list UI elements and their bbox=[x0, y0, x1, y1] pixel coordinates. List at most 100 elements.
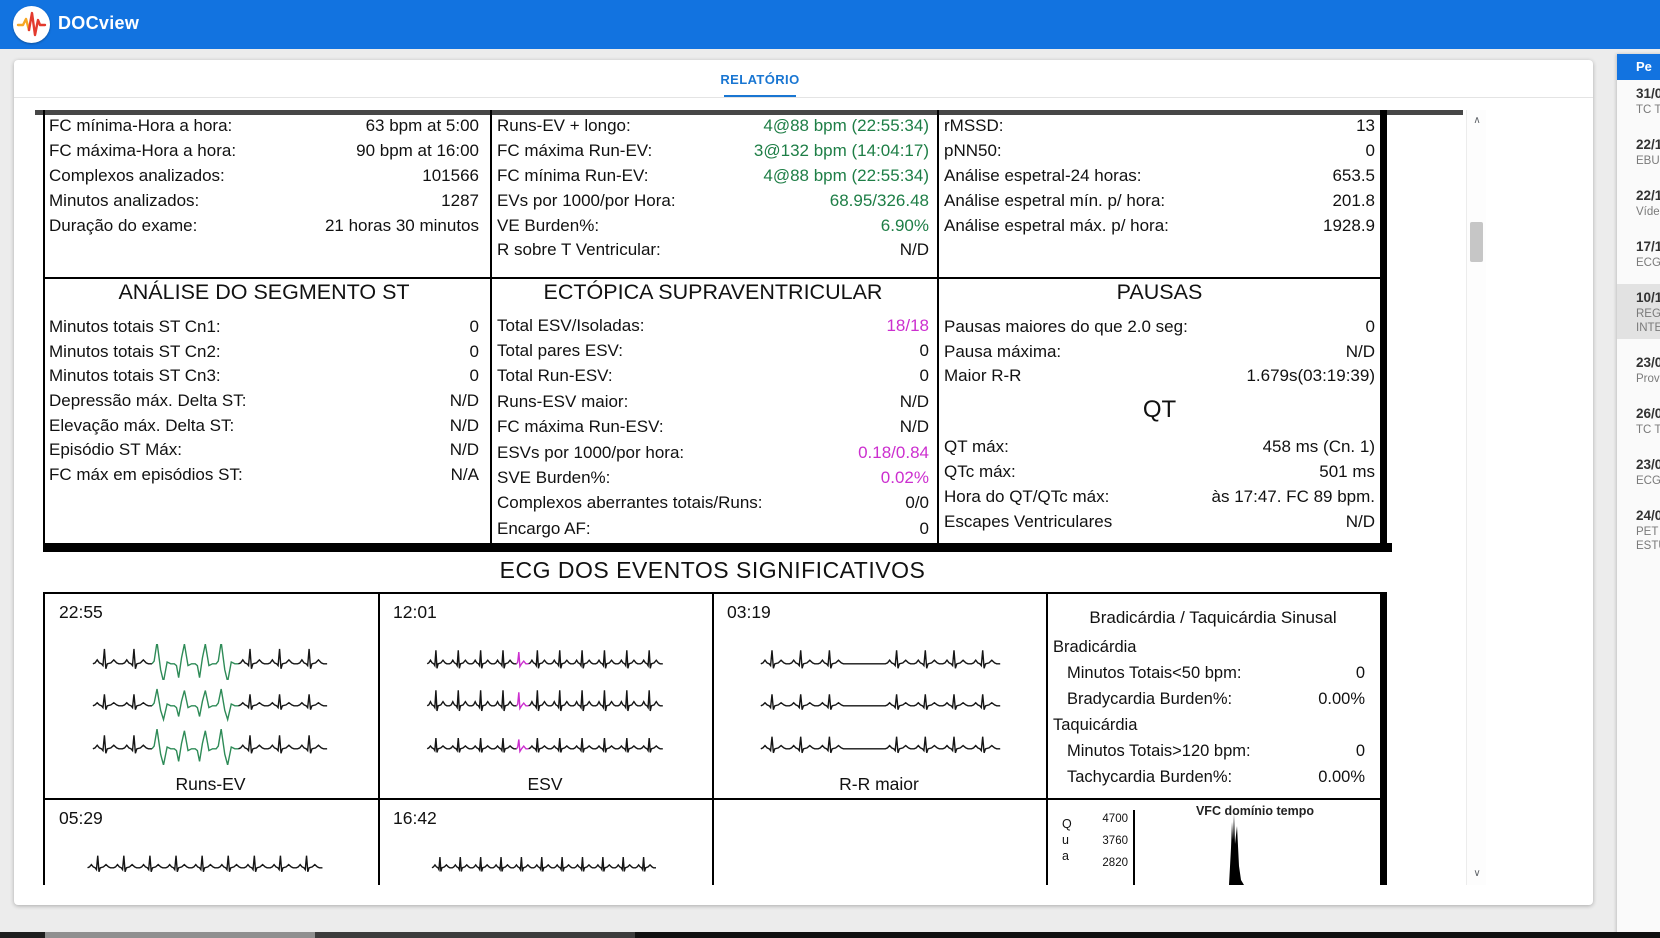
report-row: Pausa máxima:N/D bbox=[944, 340, 1375, 365]
ecg-strip bbox=[425, 644, 665, 680]
report-row: ESVs por 1000/por hora:0.18/0.84 bbox=[497, 440, 929, 465]
report-scrollbar[interactable]: ∧ ∨ bbox=[1466, 110, 1486, 885]
event-grid-divider-3 bbox=[1046, 592, 1048, 885]
sidebar-item[interactable]: 22/11EBUS bbox=[1617, 131, 1660, 172]
ecg-strip bbox=[758, 729, 1003, 765]
report-row: FC mínima-Hora a hora:63 bpm at 5:00 bbox=[49, 114, 479, 139]
taskbar-segment bbox=[45, 932, 315, 938]
report-viewport: FC mínima-Hora a hora:63 bpm at 5:00FC m… bbox=[35, 110, 1463, 885]
brady-group-label: Bradicárdia bbox=[1053, 634, 1365, 660]
taskbar-segment bbox=[315, 932, 635, 938]
report-row: Análise espetral mín. p/ hora:201.8 bbox=[944, 188, 1375, 213]
ecg-strip bbox=[90, 644, 330, 680]
event-time: 03:19 bbox=[727, 602, 771, 623]
report-row: Tachycardia Burden%:0.00% bbox=[1053, 764, 1365, 790]
ecg-strip bbox=[90, 686, 330, 722]
exam-description: Vídeo bbox=[1636, 205, 1660, 219]
event-time: 22:55 bbox=[59, 602, 103, 623]
exam-date: 22/11 bbox=[1636, 186, 1660, 205]
event-time: 16:42 bbox=[393, 808, 437, 829]
event-label: R-R maior bbox=[712, 774, 1046, 795]
report-row: FC máxima Run-ESV:N/D bbox=[497, 415, 929, 440]
report-row: Elevação máx. Delta ST:N/D bbox=[49, 413, 479, 438]
exam-description: ECG s bbox=[1636, 256, 1660, 270]
report-row: Escapes VentricularesN/D bbox=[944, 509, 1375, 534]
event-grid-row-divider bbox=[43, 798, 1382, 800]
report-row: Encargo AF:0 bbox=[497, 516, 929, 541]
report-row: Complexos analizados:101566 bbox=[49, 164, 479, 189]
ecg-strip bbox=[430, 848, 658, 884]
exam-date: 31/01 bbox=[1636, 84, 1660, 103]
event-label: ESV bbox=[378, 774, 712, 795]
exam-description: TC TO bbox=[1636, 103, 1660, 117]
sidebar-item[interactable]: 22/11Vídeo bbox=[1617, 182, 1660, 223]
report-row: pNN50:0 bbox=[944, 139, 1375, 164]
exam-date: 24/01 bbox=[1636, 506, 1660, 525]
st-section-title: ANÁLISE DO SEGMENTO ST bbox=[49, 280, 479, 305]
tab-relatorio[interactable]: RELATÓRIO bbox=[690, 60, 830, 97]
report-row: Minutos analizados:1287 bbox=[49, 188, 479, 213]
app-logo-ecg-icon bbox=[13, 6, 50, 43]
vfc-axis-letter: Q bbox=[1062, 816, 1072, 832]
report-row: EVs por 1000/por Hora:68.95/326.48 bbox=[497, 188, 929, 213]
taskbar-segment bbox=[0, 932, 45, 938]
ecg-strip bbox=[425, 686, 665, 722]
report-row: Minutos totais ST Cn1:0 bbox=[49, 315, 479, 340]
sidebar-item[interactable]: 23/08Prova bbox=[1617, 349, 1660, 390]
qt-section-rows: QT máx:458 ms (Cn. 1)QTc máx:501 msHora … bbox=[944, 434, 1375, 534]
summary-column-2: Runs-EV + longo:4@88 bpm (22:55:34)FC má… bbox=[497, 114, 929, 263]
exam-description: PET - ESTU bbox=[1636, 525, 1660, 553]
event-time: 05:29 bbox=[59, 808, 103, 829]
report-row: Total Run-ESV:0 bbox=[497, 364, 929, 389]
scrollbar-thumb[interactable] bbox=[1470, 222, 1483, 262]
report-row: Bradycardia Burden%:0.00% bbox=[1053, 686, 1365, 712]
vfc-y-axis-label: Qua bbox=[1062, 816, 1072, 864]
ecg-strip bbox=[85, 848, 325, 884]
tab-bar: RELATÓRIO bbox=[14, 60, 1593, 98]
exam-description: REGIS INTER bbox=[1636, 307, 1660, 335]
sidebar-item[interactable]: 31/01TC TO bbox=[1617, 80, 1660, 121]
sidebar-item[interactable]: 23/06ECG s bbox=[1617, 451, 1660, 492]
exam-date: 26/06 bbox=[1636, 404, 1660, 423]
ecg-strip bbox=[425, 729, 665, 765]
sidebar-items: 31/01TC TO22/11EBUS22/11Vídeo17/11ECG s1… bbox=[1617, 80, 1660, 557]
vfc-y-axis bbox=[1133, 810, 1135, 885]
exam-description: Prova bbox=[1636, 372, 1660, 386]
sidebar-item[interactable]: 10/10REGIS INTER bbox=[1617, 284, 1660, 339]
report-row: QTc máx:501 ms bbox=[944, 459, 1375, 484]
report-row: FC máxima-Hora a hora:90 bpm at 16:00 bbox=[49, 139, 479, 164]
scroll-down-icon[interactable]: ∨ bbox=[1467, 863, 1487, 885]
summary-column-3: rMSSD:13pNN50:0Análise espetral-24 horas… bbox=[944, 114, 1375, 238]
event-label: Runs-EV bbox=[43, 774, 378, 795]
report-card: RELATÓRIO FC mínima-Hora a hora:63 bpm a… bbox=[14, 60, 1593, 905]
sidebar-header: Pe bbox=[1617, 54, 1660, 80]
sidebar-item[interactable]: 17/11ECG s bbox=[1617, 233, 1660, 274]
exam-date: 10/10 bbox=[1636, 288, 1660, 307]
qt-section-title: QT bbox=[944, 396, 1375, 424]
exam-description: TC TO bbox=[1636, 423, 1660, 437]
taskbar-segment bbox=[635, 932, 1660, 938]
exam-date: 17/11 bbox=[1636, 237, 1660, 256]
ecg-strip bbox=[90, 729, 330, 765]
exam-description: ECG s bbox=[1636, 474, 1660, 488]
sidebar-item[interactable]: 24/01PET - ESTU bbox=[1617, 502, 1660, 557]
scroll-up-icon[interactable]: ∧ bbox=[1467, 110, 1487, 132]
report-row: SVE Burden%:0.02% bbox=[497, 465, 929, 490]
report-row: Runs-EV + longo:4@88 bpm (22:55:34) bbox=[497, 114, 929, 139]
pausas-section-title: PAUSAS bbox=[944, 280, 1375, 305]
vfc-histogram bbox=[1220, 814, 1260, 885]
table-divider-1 bbox=[490, 110, 492, 543]
report-row: Análise espetral máx. p/ hora:1928.9 bbox=[944, 213, 1375, 238]
report-row: FC mínima Run-EV:4@88 bpm (22:55:34) bbox=[497, 164, 929, 189]
report-row: Depressão máx. Delta ST:N/D bbox=[49, 389, 479, 414]
event-grid-right bbox=[1380, 592, 1387, 885]
report-row: Minutos Totais>120 bpm:0 bbox=[1053, 738, 1365, 764]
sidebar-item[interactable]: 26/06TC TO bbox=[1617, 400, 1660, 441]
exam-description: EBUS bbox=[1636, 154, 1660, 168]
vfc-axis-letter: u bbox=[1062, 832, 1072, 848]
exam-list-sidebar: Pe 31/01TC TO22/11EBUS22/11Vídeo17/11ECG… bbox=[1617, 54, 1660, 938]
report-row: R sobre T Ventricular:N/D bbox=[497, 238, 929, 263]
report-row: Complexos aberrantes totais/Runs:0/0 bbox=[497, 491, 929, 516]
event-time: 12:01 bbox=[393, 602, 437, 623]
table-bottom-rule bbox=[43, 543, 1392, 552]
